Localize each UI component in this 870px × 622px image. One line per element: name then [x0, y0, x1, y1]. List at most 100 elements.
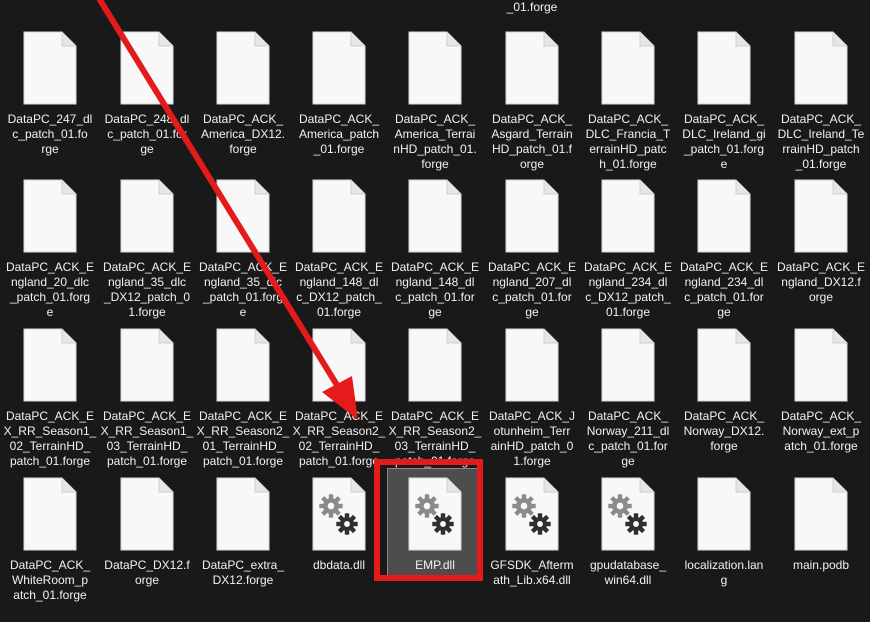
- file-icon: [311, 327, 367, 403]
- file-item[interactable]: DataPC_ACK_ DLC_Ireland_gi _patch_01.for…: [676, 30, 772, 176]
- file-shape: [408, 179, 462, 253]
- file-shape: [120, 179, 174, 253]
- file-shape: [216, 477, 270, 551]
- file-item[interactable]: DataPC_ACK_E X_RR_Season1_ 02_TerrainHD_…: [2, 327, 98, 473]
- dll-gear-icon: [504, 476, 560, 552]
- file-name: DataPC_ACK_ WhiteRoom_p atch_01.forge: [9, 558, 91, 602]
- file-shape: [23, 328, 77, 402]
- file-item[interactable]: DataPC_ACK_ America_DX12. forge: [195, 30, 291, 176]
- file-icon: [696, 476, 752, 552]
- file-icon: [696, 327, 752, 403]
- file-item[interactable]: DataPC_248_dl c_patch_01.for ge: [99, 30, 195, 176]
- file-item[interactable]: DataPC_ACK_J otunheim_Terr ainHD_patch_0…: [484, 327, 580, 473]
- file-item[interactable]: DataPC_ACK_E X_RR_Season2_ 01_TerrainHD_…: [195, 327, 291, 473]
- file-item[interactable]: DataPC_247_dl c_patch_01.fo rge: [2, 30, 98, 176]
- file-item[interactable]: main.podb: [773, 476, 869, 622]
- file-icon: [311, 30, 367, 106]
- file-shape: [794, 179, 848, 253]
- file-item[interactable]: DataPC_ACK_E ngland_35_dlc _DX12_patch_0…: [99, 178, 195, 324]
- file-name: DataPC_ACK_E ngland_DX12.f orge: [776, 260, 866, 304]
- file-name: DataPC_ACK_E ngland_20_dlc _patch_01.for…: [5, 260, 95, 319]
- file-name: DataPC_ACK_ America_patch _01.forge: [298, 112, 380, 156]
- file-item[interactable]: DataPC_ACK_E X_RR_Season1_ 03_TerrainHD_…: [99, 327, 195, 473]
- file-item[interactable]: DataPC_ACK_E ngland_207_dl c_patch_01.fo…: [484, 178, 580, 324]
- file-name: DataPC_ACK_E ngland_35_dlc _DX12_patch_0…: [102, 260, 192, 319]
- file-item[interactable]: localization.lan g: [676, 476, 772, 622]
- file-icon: [119, 30, 175, 106]
- file-item[interactable]: DataPC_ACK_ DLC_Ireland_Te rrainHD_patch…: [773, 30, 869, 176]
- file-name: DataPC_ACK_E ngland_148_dl c_patch_01.fo…: [390, 260, 480, 319]
- file-item[interactable]: dbdata.dll: [291, 476, 387, 622]
- file-item[interactable]: DataPC_ACK_ WhiteRoom_p atch_01.forge: [2, 476, 98, 622]
- file-shape: [408, 31, 462, 105]
- file-icon: [311, 178, 367, 254]
- file-item[interactable]: DataPC_ACK_ Norway_ext_p atch_01.forge: [773, 327, 869, 473]
- file-shape: [312, 328, 366, 402]
- file-shape: [120, 31, 174, 105]
- file-shape: [120, 477, 174, 551]
- dll-gear-icon: [407, 476, 463, 552]
- file-item[interactable]: DataPC_ACK_E ngland_148_dl c_patch_01.fo…: [387, 178, 483, 324]
- file-item[interactable]: DataPC_DX12.f orge: [99, 476, 195, 622]
- file-shape: [505, 31, 559, 105]
- file-icon: [600, 178, 656, 254]
- file-item[interactable]: DataPC_extra_ DX12.forge: [195, 476, 291, 622]
- file-name: dbdata.dll: [312, 558, 366, 572]
- file-item[interactable]: DataPC_ACK_E ngland_234_dl c_DX12_patch_…: [580, 178, 676, 324]
- file-item[interactable]: DataPC_ACK_E ngland_20_dlc _patch_01.for…: [2, 178, 98, 324]
- file-name: GFSDK_Afterm ath_Lib.x64.dll: [490, 558, 574, 587]
- file-icon: [407, 327, 463, 403]
- file-icon: [22, 327, 78, 403]
- gear-file-shape: [505, 477, 559, 551]
- file-item[interactable]: GFSDK_Afterm ath_Lib.x64.dll: [484, 476, 580, 622]
- file-item[interactable]: DataPC_ACK_ Norway_DX12. forge: [676, 327, 772, 473]
- file-grid: _01.forge DataPC_247_dl c_patch_01.fo rg…: [0, 0, 870, 602]
- file-name: DataPC_ACK_E X_RR_Season2_ 02_TerrainHD_…: [292, 409, 386, 468]
- file-icon: [600, 30, 656, 106]
- file-item[interactable]: DataPC_ACK_E X_RR_Season2_ 03_TerrainHD_…: [387, 327, 483, 473]
- file-shape: [23, 179, 77, 253]
- file-name: DataPC_ACK_ America_DX12. forge: [200, 112, 286, 156]
- file-icon: [22, 30, 78, 106]
- file-name: DataPC_ACK_ DLC_Francia_T errainHD_patc …: [585, 112, 671, 171]
- file-name: DataPC_ACK_ Asgard_Terrain HD_patch_01.f…: [491, 112, 573, 171]
- file-icon: [504, 178, 560, 254]
- file-item[interactable]: DataPC_ACK_ DLC_Francia_T errainHD_patc …: [580, 30, 676, 176]
- dll-gear-icon: [600, 476, 656, 552]
- file-item[interactable]: DataPC_ACK_E ngland_148_dl c_DX12_patch_…: [291, 178, 387, 324]
- file-icon: [793, 476, 849, 552]
- file-name: DataPC_ACK_E ngland_148_dl c_DX12_patch_…: [294, 260, 384, 319]
- file-item[interactable]: DataPC_ACK_ Norway_211_dl c_patch_01.for…: [580, 327, 676, 473]
- file-item[interactable]: DataPC_ACK_E ngland_35_dlc _patch_01.for…: [195, 178, 291, 324]
- file-item[interactable]: EMP.dll: [387, 468, 483, 576]
- file-icon: [407, 178, 463, 254]
- file-icon: [793, 30, 849, 106]
- file-item[interactable]: gpudatabase_ win64.dll: [580, 476, 676, 622]
- file-name: DataPC_ACK_ DLC_Ireland_Te rrainHD_patch…: [777, 112, 865, 171]
- file-item[interactable]: DataPC_ACK_ America_Terrai nHD_patch_01.…: [387, 30, 483, 176]
- dll-gear-icon: [311, 476, 367, 552]
- file-shape: [312, 31, 366, 105]
- file-icon: [215, 327, 271, 403]
- file-name: DataPC_247_dl c_patch_01.fo rge: [7, 112, 93, 156]
- file-shape: [697, 477, 751, 551]
- file-name: localization.lan g: [684, 558, 764, 587]
- file-icon: [696, 178, 752, 254]
- file-item[interactable]: DataPC_ACK_ America_patch _01.forge: [291, 30, 387, 176]
- file-shape: [697, 31, 751, 105]
- file-shape: [312, 179, 366, 253]
- file-shape: [216, 179, 270, 253]
- file-item[interactable]: DataPC_ACK_E ngland_234_dl c_patch_01.fo…: [676, 178, 772, 324]
- file-name: DataPC_ACK_E X_RR_Season1_ 03_TerrainHD_…: [100, 409, 194, 468]
- file-name: DataPC_ACK_E X_RR_Season2_ 01_TerrainHD_…: [196, 409, 290, 468]
- file-icon: [696, 30, 752, 106]
- file-item[interactable]: DataPC_ACK_ Asgard_Terrain HD_patch_01.f…: [484, 30, 580, 176]
- file-icon: [215, 30, 271, 106]
- file-name: DataPC_ACK_ America_Terrai nHD_patch_01.…: [393, 112, 477, 171]
- file-item[interactable]: DataPC_ACK_E X_RR_Season2_ 02_TerrainHD_…: [291, 327, 387, 473]
- file-name: DataPC_ACK_E ngland_207_dl c_patch_01.fo…: [487, 260, 577, 319]
- file-item[interactable]: DataPC_ACK_E ngland_DX12.f orge: [773, 178, 869, 324]
- file-shape: [794, 477, 848, 551]
- gear-file-shape: [601, 477, 655, 551]
- file-shape: [697, 328, 751, 402]
